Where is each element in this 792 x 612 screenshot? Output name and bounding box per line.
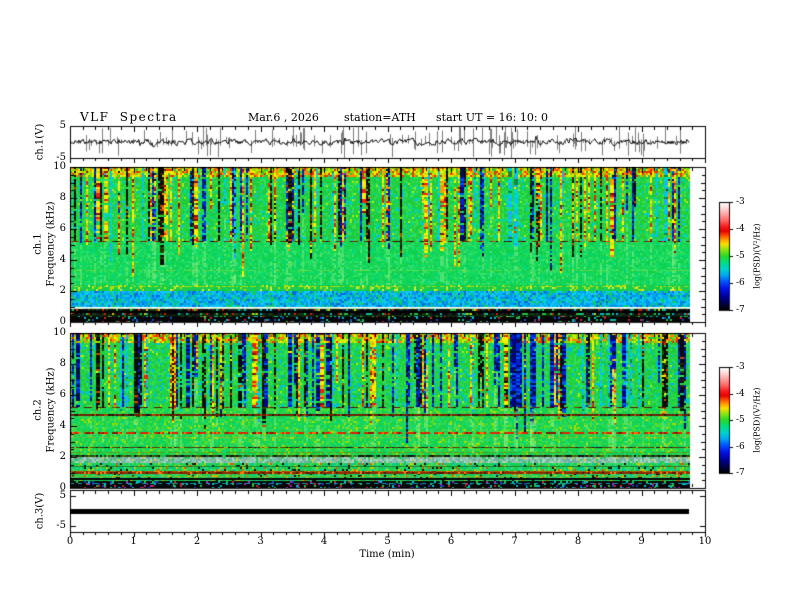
colorbar1-tick--5: -5 [736, 251, 745, 261]
ch1-spectrogram-plot [70, 167, 705, 322]
x-tick-4: 4 [320, 536, 328, 547]
spec2-ytick-4: 4 [59, 420, 66, 431]
ch1-wave-ytick-5: 5 [59, 120, 66, 131]
x-tick-1: 1 [130, 536, 137, 547]
spec1-ytick-10: 10 [53, 161, 66, 172]
x-tick-0: 0 [66, 536, 74, 547]
spec1-frequency-label: Frequency (kHz) [45, 201, 57, 287]
ch1-waveform-plot [70, 126, 705, 158]
colorbar-1 [719, 202, 729, 310]
spec1-ytick-6: 6 [59, 223, 66, 234]
spec1-ytick-8: 8 [59, 192, 66, 203]
x-axis-title: Time (min) [359, 549, 415, 560]
colorbar1-tick--4: -4 [736, 224, 745, 234]
spec2-frequency-label: Frequency (kHz) [45, 367, 57, 453]
colorbar2-tick--3: -3 [736, 362, 745, 372]
spec1-ytick-4: 4 [59, 254, 66, 265]
spec2-ytick-8: 8 [59, 358, 66, 369]
start-ut-label: start UT = 16: 10: 0 [436, 111, 549, 124]
spec2-ytick-2: 2 [59, 451, 66, 462]
colorbar1-tick--3: -3 [736, 197, 745, 207]
colorbar-2-unit-label: log(PSD)(V²/Hz) [752, 387, 762, 453]
colorbar1-tick--6: -6 [736, 278, 745, 288]
ch3-waveform-plot [70, 490, 705, 532]
x-tick-6: 6 [447, 536, 455, 547]
colorbar-2 [719, 367, 729, 473]
colorbar2-tick--6: -6 [736, 441, 745, 452]
spec2-ytick-10: 10 [53, 327, 66, 338]
x-tick-8: 8 [574, 536, 582, 547]
x-tick-3: 3 [257, 536, 264, 547]
colorbar2-tick--5: -5 [736, 415, 745, 425]
ch3-ytick--5: -5 [56, 520, 66, 531]
vlf-spectra-figure: VLF Spectra Mar.6 , 2026 station=ATH sta… [0, 0, 792, 612]
spec2-ytick-6: 6 [59, 389, 66, 400]
x-tick-2: 2 [193, 536, 201, 547]
figure-title: VLF Spectra [80, 110, 178, 124]
ch3-ytick-5: 5 [59, 490, 66, 501]
x-tick-5: 5 [384, 536, 391, 547]
colorbar2-tick--4: -4 [736, 388, 745, 399]
station-label: station=ATH [344, 111, 416, 124]
x-tick-7: 7 [511, 536, 518, 547]
x-tick-10: 10 [698, 536, 712, 547]
spec1-ytick-2: 2 [59, 285, 66, 296]
spec2-channel-label: ch.2 [32, 399, 44, 421]
ch2-spectrogram-plot [70, 333, 705, 488]
x-tick-9: 9 [638, 536, 645, 547]
date-label: Mar.6 , 2026 [248, 111, 319, 124]
colorbar2-tick--7: -7 [736, 468, 745, 478]
colorbar-1-unit-label: log(PSD)(V²/Hz) [752, 223, 762, 289]
spec1-channel-label: ch.1 [32, 233, 44, 255]
colorbar1-tick--7: -7 [736, 305, 745, 315]
